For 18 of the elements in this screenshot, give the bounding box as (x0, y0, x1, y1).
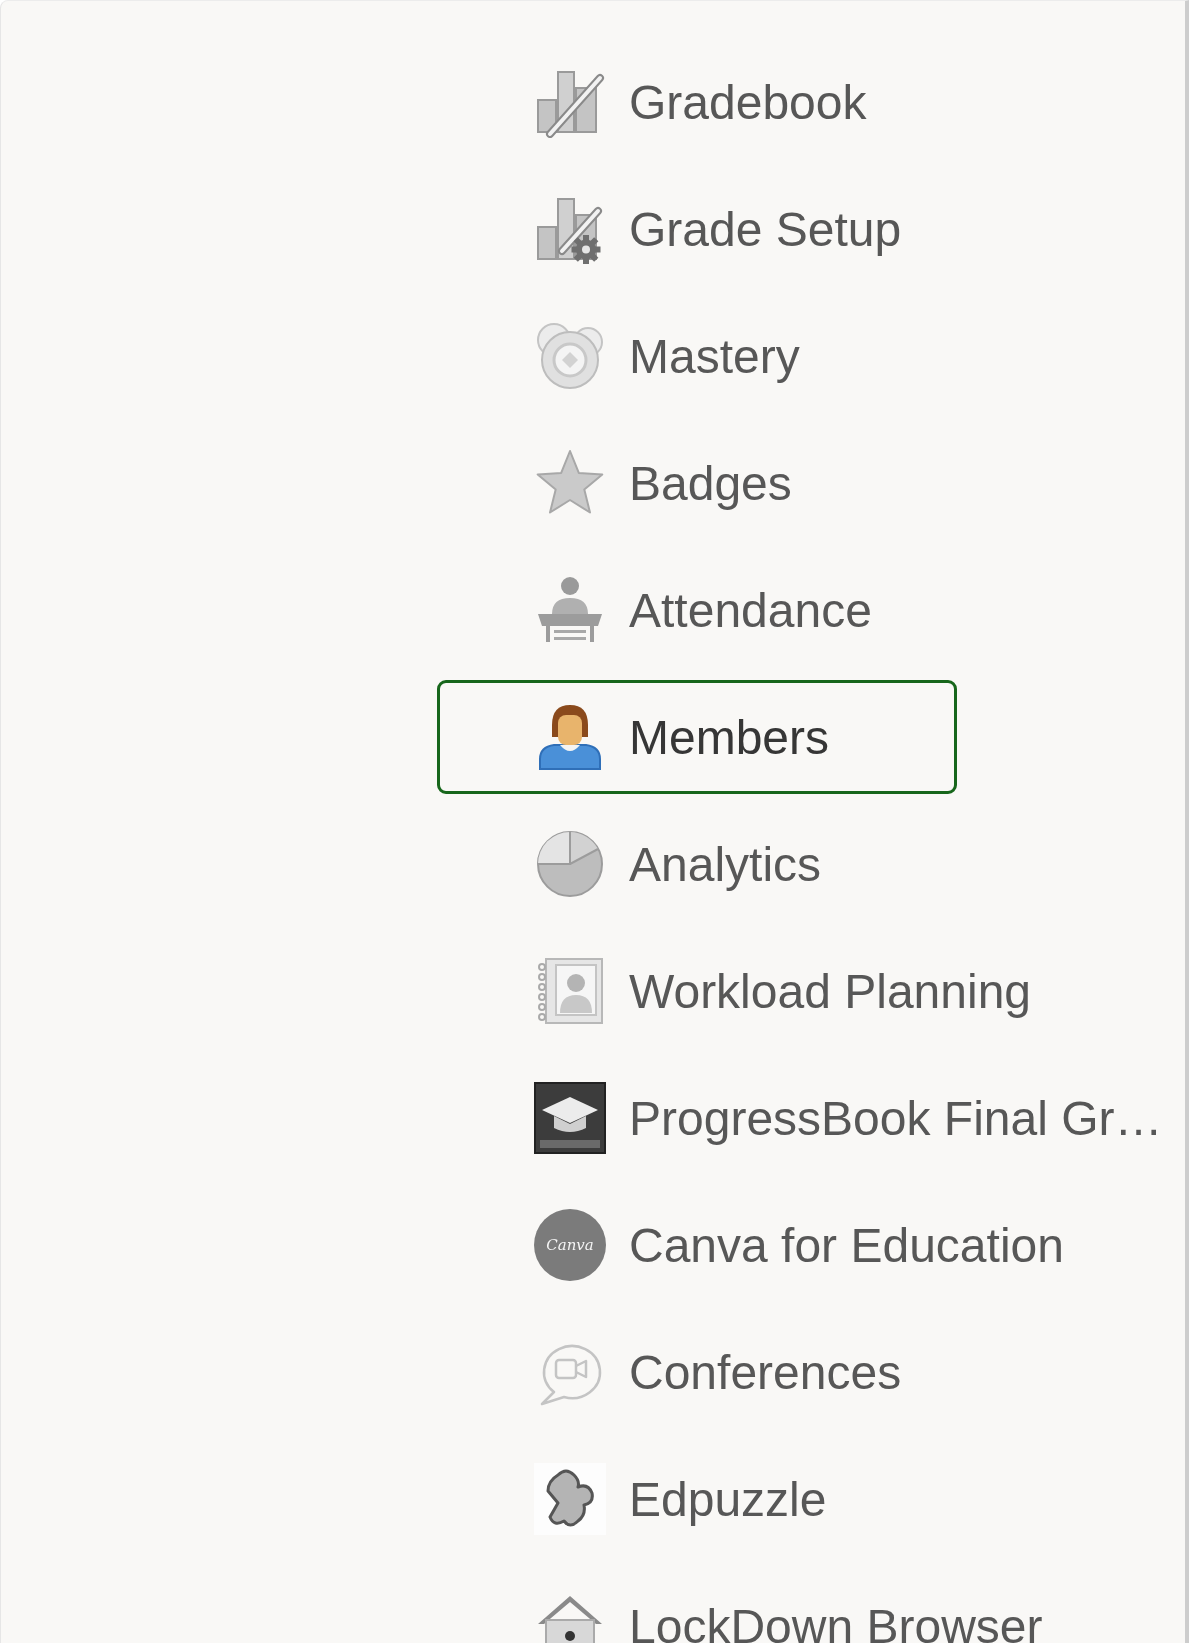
nav-item[interactable]: Canva Canva for Education (437, 1188, 1077, 1302)
nav-item[interactable]: Edpuzzle (437, 1442, 957, 1556)
round-logo: Canva (534, 1209, 606, 1281)
nav-item[interactable]: Badges (437, 426, 957, 540)
nav-item[interactable]: Analytics (437, 807, 957, 921)
graduation-cap-icon (534, 1082, 606, 1154)
target-icon (534, 320, 606, 392)
nav-item[interactable]: LockDown Browser (437, 1569, 1056, 1643)
nav-item[interactable]: Mastery (437, 299, 957, 413)
nav-item[interactable]: Gradebook (437, 45, 957, 159)
nav-item[interactable]: ProgressBook Final Gr… (437, 1061, 1176, 1175)
nav-item[interactable]: Conferences (437, 1315, 957, 1429)
puzzle-piece-icon (534, 1463, 606, 1535)
nav-item[interactable]: Attendance (437, 553, 957, 667)
nav-item[interactable]: Workload Planning (437, 934, 1045, 1048)
pie-chart-icon (534, 828, 606, 900)
nav-item[interactable]: Grade Setup (437, 172, 957, 286)
nav-item[interactable]: Members (437, 680, 957, 794)
